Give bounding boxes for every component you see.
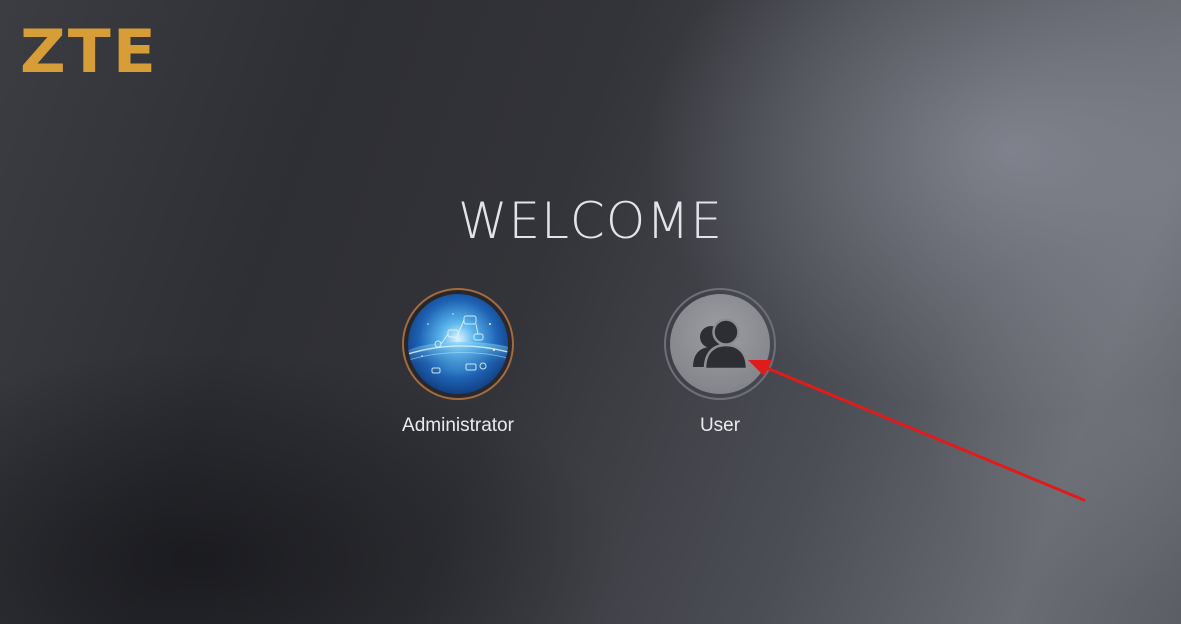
administrator-login-option[interactable]: Administrator [368, 288, 548, 437]
welcome-title: WELCOME [458, 192, 723, 250]
zte-logo: ZTE [20, 17, 158, 87]
user-label[interactable]: User [630, 415, 810, 437]
annotation-arrow [748, 360, 1086, 502]
user-login-option[interactable]: User [630, 288, 810, 437]
administrator-label[interactable]: Administrator [368, 415, 548, 437]
users-icon [670, 294, 770, 394]
globe-network-icon [408, 294, 508, 394]
administrator-avatar[interactable] [402, 288, 514, 400]
user-avatar[interactable] [664, 288, 776, 400]
